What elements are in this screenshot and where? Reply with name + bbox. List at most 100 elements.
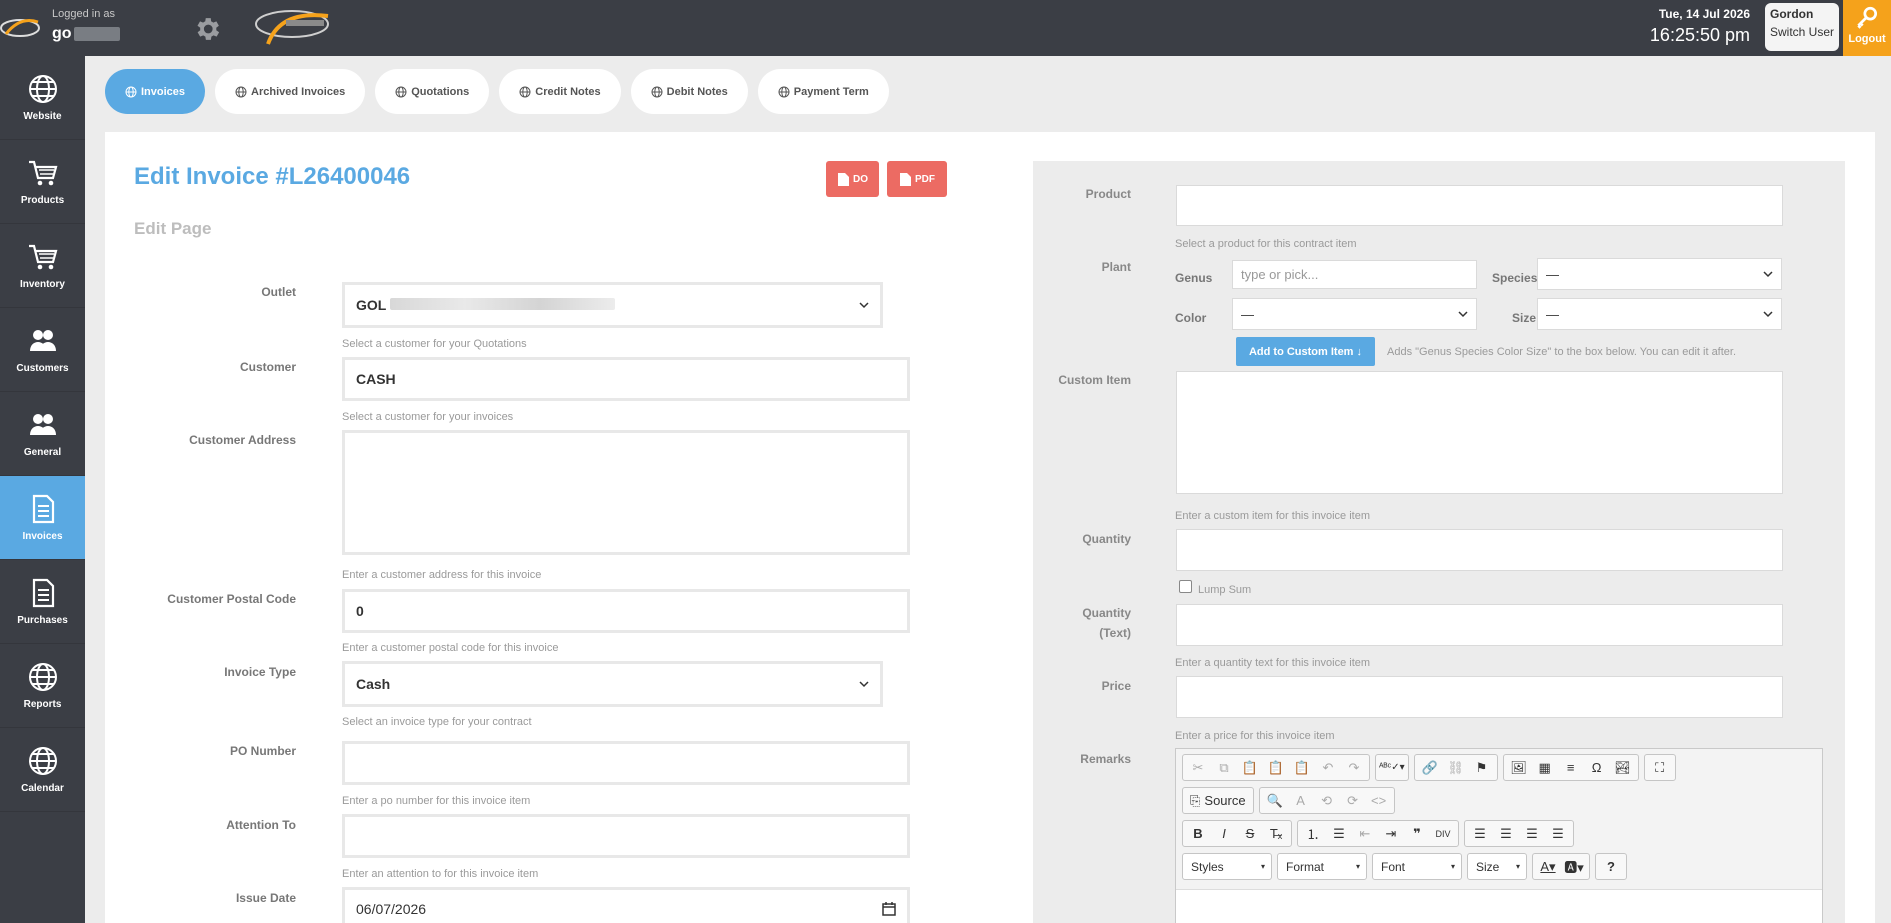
div-container-icon[interactable]: DIV	[1431, 823, 1455, 845]
color-select[interactable]: —	[1232, 298, 1477, 330]
lump-sum-checkbox[interactable]	[1179, 580, 1192, 593]
tab-payment-term[interactable]: Payment Term	[757, 69, 889, 114]
copy-icon[interactable]: ⧉	[1212, 757, 1236, 779]
sidebar-item-reports[interactable]: Reports	[0, 644, 85, 728]
source-button[interactable]: ⎘ Source	[1186, 790, 1250, 812]
select-all-icon[interactable]: ⟲	[1315, 790, 1339, 812]
genus-input[interactable]: type or pick...	[1232, 260, 1477, 289]
format-dropdown[interactable]: Format ▾	[1277, 853, 1367, 880]
sidebar-item-general[interactable]: General	[0, 392, 85, 476]
image-gallery-icon[interactable]: 🏞	[1611, 757, 1635, 779]
redo-icon[interactable]: ↷	[1342, 757, 1366, 779]
undo-icon[interactable]: ↶	[1316, 757, 1340, 779]
paste-icon[interactable]: 📋	[1238, 757, 1262, 779]
font-dropdown[interactable]: Font ▾	[1372, 853, 1462, 880]
chevron-down-icon: ▾	[1355, 862, 1360, 871]
styles-dropdown[interactable]: Styles ▾	[1182, 853, 1272, 880]
indent-icon[interactable]: ⇥	[1379, 823, 1403, 845]
tab-credit-notes[interactable]: Credit Notes	[499, 69, 621, 114]
top-bar: Logged in as go Tue, 14 Jul 2026 16:25:5…	[0, 0, 1891, 56]
species-select[interactable]: —	[1537, 258, 1782, 290]
custom-item-textarea[interactable]	[1176, 371, 1783, 494]
product-field[interactable]	[1176, 185, 1783, 226]
attention-to-help: Enter an attention to for this invoice i…	[342, 868, 539, 880]
attention-to-field[interactable]	[342, 814, 910, 858]
globe-icon	[28, 747, 57, 775]
bold-icon[interactable]: B	[1186, 823, 1210, 845]
maximize-icon[interactable]: ⛶	[1648, 757, 1672, 779]
cut-icon[interactable]: ✂	[1186, 757, 1210, 779]
editor-toolbar-row-2: ⎘ Source 🔍 A ⟲ ⟳ <>	[1182, 787, 1395, 814]
invoice-type-select[interactable]: Cash	[342, 661, 883, 707]
tab-archived-invoices[interactable]: Archived Invoices	[215, 69, 366, 114]
anchor-flag-icon[interactable]: ⚑	[1470, 757, 1494, 779]
switch-user-link[interactable]: Switch User	[1770, 25, 1834, 39]
globe-icon	[651, 86, 663, 97]
numbered-list-icon[interactable]: ⒈	[1301, 823, 1325, 845]
special-char-icon[interactable]: Ω	[1585, 757, 1609, 779]
customer-address-textarea[interactable]	[342, 430, 910, 555]
tab-invoices[interactable]: Invoices	[105, 69, 206, 114]
help-icon[interactable]: ?	[1599, 856, 1623, 878]
user-box[interactable]: Gordon Switch User	[1765, 3, 1839, 51]
horizontal-line-icon[interactable]: ≡	[1559, 757, 1583, 779]
sidebar-item-calendar[interactable]: Calendar	[0, 728, 85, 812]
gear-icon[interactable]	[192, 14, 222, 44]
tab-debit-notes[interactable]: Debit Notes	[630, 69, 748, 114]
image-icon[interactable]: 🖼	[1507, 757, 1531, 779]
align-right-icon[interactable]: ☰	[1520, 823, 1544, 845]
calendar-icon[interactable]	[882, 902, 896, 916]
pdf-button[interactable]: PDF	[887, 161, 947, 197]
quantity-text-field[interactable]	[1176, 604, 1783, 646]
align-left-icon[interactable]: ☰	[1468, 823, 1492, 845]
italic-icon[interactable]: I	[1212, 823, 1236, 845]
current-date: Tue, 14 Jul 2026	[1658, 7, 1750, 21]
tab-quotations[interactable]: Quotations	[375, 69, 490, 114]
do-button[interactable]: DO	[826, 161, 879, 197]
issue-date-field[interactable]: 06/07/2026	[342, 887, 910, 923]
justify-icon[interactable]: ☰	[1546, 823, 1570, 845]
find-icon[interactable]: 🔍	[1263, 790, 1287, 812]
po-number-field[interactable]	[342, 741, 910, 785]
background-color-icon[interactable]: 🅰▾	[1562, 856, 1586, 878]
outdent-icon[interactable]: ⇤	[1353, 823, 1377, 845]
logout-button[interactable]: Logout	[1843, 0, 1891, 56]
unlink-icon[interactable]: ⛓	[1444, 757, 1468, 779]
sidebar-item-products[interactable]: Products	[0, 140, 85, 224]
bulleted-list-icon[interactable]: ☰	[1327, 823, 1351, 845]
customer-postal-code-field[interactable]: 0	[342, 589, 910, 633]
size-label: Size	[1512, 311, 1537, 325]
align-center-icon[interactable]: ☰	[1494, 823, 1518, 845]
sidebar-item-purchases[interactable]: Purchases	[0, 560, 85, 644]
blockquote-icon[interactable]: ❞	[1405, 823, 1429, 845]
quantity-field[interactable]	[1176, 529, 1783, 571]
remove-format-icon[interactable]: ⟳	[1341, 790, 1365, 812]
remarks-editor-body[interactable]	[1176, 889, 1822, 923]
replace-icon[interactable]: A	[1289, 790, 1313, 812]
sidebar-item-customers[interactable]: Customers	[0, 308, 85, 392]
document-icon	[32, 494, 54, 524]
spellcheck-icon[interactable]: ᴬᴮᶜ✓▾	[1379, 757, 1405, 779]
clear-format-icon[interactable]: T̶ₓ	[1264, 823, 1288, 845]
page-title: Edit Invoice #L26400046	[134, 163, 411, 190]
link-icon[interactable]: 🔗	[1418, 757, 1442, 779]
size-select[interactable]: —	[1537, 298, 1782, 330]
add-to-custom-item-button[interactable]: Add to Custom Item ↓	[1236, 337, 1375, 366]
customer-postal-code-help: Enter a customer postal code for this in…	[342, 642, 559, 654]
sidebar-item-website[interactable]: Website	[0, 56, 85, 140]
strikethrough-icon[interactable]: S	[1238, 823, 1262, 845]
sidebar-item-invoices[interactable]: Invoices	[0, 476, 85, 560]
sidebar-item-inventory[interactable]: Inventory	[0, 224, 85, 308]
paste-text-icon[interactable]: 📋	[1264, 757, 1288, 779]
styles-label: Styles	[1191, 859, 1224, 874]
paste-word-icon[interactable]: 📋	[1290, 757, 1314, 779]
font-label: Font	[1381, 859, 1406, 874]
outlet-select[interactable]: GOL	[342, 282, 883, 328]
text-color-icon[interactable]: A▾	[1536, 856, 1560, 878]
size-dropdown[interactable]: Size ▾	[1467, 853, 1527, 880]
price-field[interactable]	[1176, 676, 1783, 718]
table-icon[interactable]: ▦	[1533, 757, 1557, 779]
customer-field[interactable]: CASH	[342, 357, 910, 401]
code-icon[interactable]: <>	[1367, 790, 1391, 812]
customer-label: Customer	[239, 360, 296, 374]
